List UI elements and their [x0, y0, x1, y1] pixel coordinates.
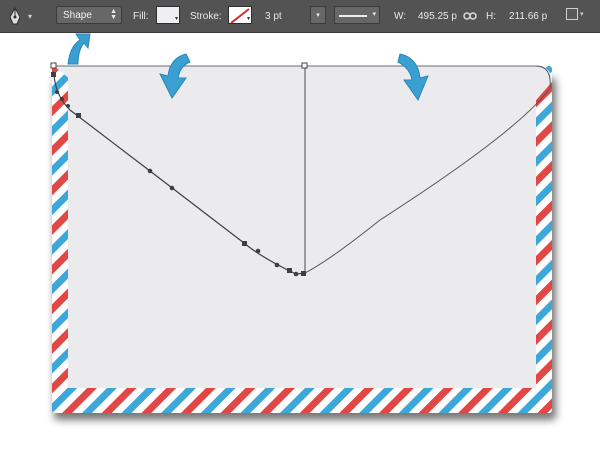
document-canvas[interactable]: [0, 33, 600, 450]
fill-color-swatch[interactable]: ▾: [156, 6, 180, 24]
anchor-point[interactable]: [76, 113, 81, 118]
width-value[interactable]: 495.25 p: [418, 11, 457, 22]
anchor-point[interactable]: [301, 62, 308, 69]
anchor-point[interactable]: [147, 168, 153, 174]
chevron-down-icon: ▾: [316, 12, 320, 19]
path-operations-icon[interactable]: [566, 8, 578, 20]
width-field[interactable]: 495.25 p: [418, 0, 457, 32]
chevron-down-icon: ▾: [372, 11, 376, 18]
width-label: W:: [394, 10, 407, 22]
stroke-label-wrap: Stroke:: [190, 0, 222, 32]
link-icon[interactable]: [463, 9, 477, 27]
pen-tool-preset[interactable]: ▾: [6, 0, 36, 32]
height-label-wrap: H:: [486, 0, 496, 32]
tool-mode-dropdown[interactable]: Shape ▲ ▼: [56, 6, 122, 24]
stroke-width-dropdown[interactable]: ▾: [310, 6, 326, 24]
anchor-point[interactable]: [274, 262, 280, 268]
solid-line-icon: [339, 15, 367, 17]
chevron-down-icon: ▾: [580, 11, 584, 18]
anchor-point[interactable]: [50, 62, 57, 69]
fill-label: Fill:: [133, 10, 149, 22]
anchor-point[interactable]: [242, 241, 247, 246]
height-label: H:: [486, 10, 496, 22]
anchor-point[interactable]: [51, 72, 56, 77]
anchor-point[interactable]: [301, 271, 306, 276]
anchor-point[interactable]: [293, 271, 299, 277]
anchor-point[interactable]: [60, 97, 64, 101]
stroke-color-swatch[interactable]: ▾: [228, 6, 252, 24]
width-label-wrap: W:: [394, 0, 406, 32]
anchor-point[interactable]: [66, 104, 70, 108]
tool-mode-value: Shape: [63, 9, 92, 21]
chevron-down-icon: ▾: [28, 11, 33, 21]
arrow-to-shape-dropdown: [67, 33, 91, 65]
pen-tool-icon: [6, 6, 24, 26]
chevron-down-icon: ▾: [174, 16, 178, 22]
height-value[interactable]: 211.66 p: [509, 11, 547, 22]
anchor-point[interactable]: [55, 90, 59, 94]
anchor-point[interactable]: [169, 185, 175, 191]
options-bar: ▾ Shape ▲ ▼ Fill: ▾ Stroke: ▾ 3 pt ▾ ▾ W:…: [0, 0, 600, 33]
fill-label-wrap: Fill:: [133, 0, 149, 32]
stroke-type-dropdown[interactable]: ▾: [334, 6, 380, 24]
updown-icon: ▲ ▼: [110, 8, 117, 21]
stroke-width-wrap[interactable]: 3 pt: [265, 0, 282, 32]
artwork-svg: [50, 33, 556, 420]
anchor-point[interactable]: [287, 268, 292, 273]
chevron-down-icon: ▾: [246, 16, 250, 22]
stroke-width-value[interactable]: 3 pt: [265, 11, 282, 22]
anchor-point[interactable]: [255, 248, 261, 254]
height-field[interactable]: 211.66 p: [509, 0, 547, 32]
stroke-label: Stroke:: [190, 10, 222, 22]
